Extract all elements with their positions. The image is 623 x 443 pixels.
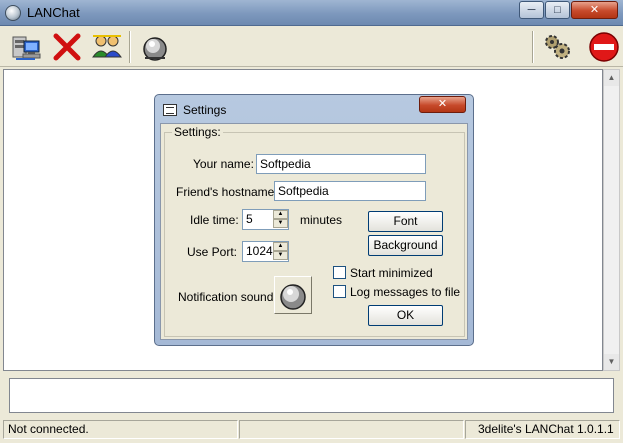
version-label: 3delite's LANChat 1.0.1.1: [465, 420, 620, 439]
exit-icon[interactable]: [588, 31, 620, 63]
minimize-button[interactable]: ─: [519, 1, 544, 19]
your-name-field[interactable]: Softpedia: [256, 154, 426, 174]
start-minimized-label: Start minimized: [350, 266, 433, 280]
window-titlebar: LANChat ─ □ ✕: [0, 0, 623, 26]
idle-time-stepper[interactable]: 5 ▲ ▼: [242, 209, 289, 230]
toolbar-separator: [129, 31, 131, 63]
idle-time-up-arrow[interactable]: ▲: [273, 210, 288, 219]
notification-sound-label: Notification sound:: [178, 290, 277, 304]
toolbar: [0, 27, 623, 67]
ok-button[interactable]: OK: [368, 305, 443, 326]
notification-sound-button[interactable]: [274, 276, 312, 314]
settings-dialog-title: Settings: [183, 103, 227, 117]
idle-time-down-arrow[interactable]: ▼: [273, 219, 288, 228]
disconnect-icon[interactable]: [51, 31, 83, 63]
sound-icon[interactable]: [139, 31, 171, 63]
friend-hostname-field[interactable]: Softpedia: [274, 181, 426, 201]
log-messages-checkbox[interactable]: [333, 285, 346, 298]
settings-group-label: Settings:: [172, 125, 223, 139]
message-input[interactable]: [9, 378, 614, 413]
toolbar-separator: [532, 31, 534, 63]
background-button[interactable]: Background: [368, 235, 443, 256]
status-bar: Not connected. 3delite's LANChat 1.0.1.1: [0, 418, 623, 443]
log-messages-label: Log messages to file: [350, 285, 461, 299]
use-port-value: 1024: [246, 244, 273, 258]
app-icon: [5, 5, 21, 21]
connection-status: Not connected.: [3, 420, 238, 439]
connect-icon[interactable]: [11, 31, 43, 63]
settings-icon[interactable]: [541, 31, 573, 63]
your-name-label: Your name:: [193, 157, 254, 171]
idle-time-label: Idle time:: [190, 213, 239, 227]
dialog-close-button[interactable]: ✕: [419, 96, 466, 113]
use-port-up-arrow[interactable]: ▲: [273, 242, 288, 251]
idle-time-value: 5: [246, 212, 253, 226]
settings-dialog-icon: [163, 104, 177, 116]
use-port-label: Use Port:: [187, 245, 238, 259]
font-button[interactable]: Font: [368, 211, 443, 232]
status-pane-middle: [239, 420, 464, 439]
scroll-up-arrow[interactable]: ▲: [604, 70, 619, 86]
friend-hostname-label: Friend's hostname:: [176, 185, 278, 199]
scroll-down-arrow[interactable]: ▼: [604, 354, 619, 370]
start-minimized-checkbox[interactable]: [333, 266, 346, 279]
users-icon[interactable]: [91, 31, 123, 63]
use-port-stepper[interactable]: 1024 ▲ ▼: [242, 241, 289, 262]
chat-scrollbar[interactable]: ▲ ▼: [603, 69, 620, 371]
use-port-down-arrow[interactable]: ▼: [273, 251, 288, 260]
speaker-icon: [280, 284, 306, 310]
maximize-button[interactable]: □: [545, 1, 570, 19]
window-title: LANChat: [27, 5, 80, 20]
close-button[interactable]: ✕: [571, 1, 618, 19]
idle-time-unit: minutes: [300, 213, 343, 227]
